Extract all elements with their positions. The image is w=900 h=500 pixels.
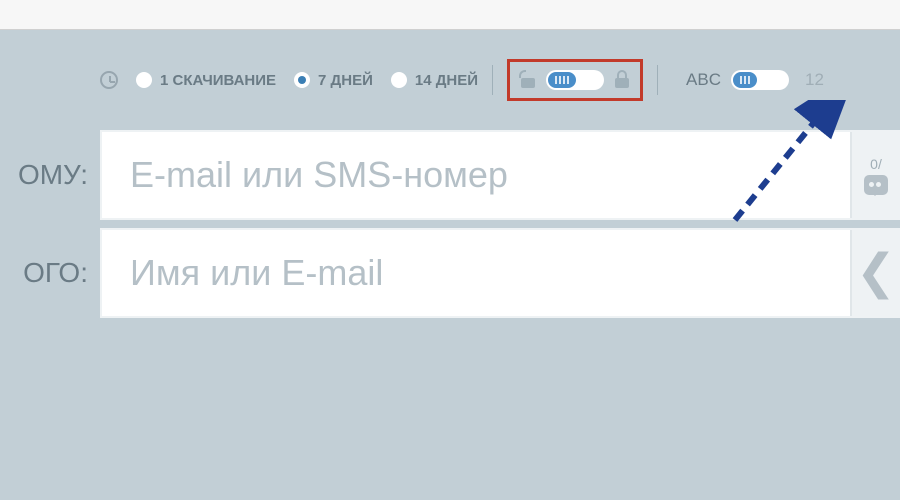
password-length-group: ABC 12 xyxy=(686,70,824,90)
options-toolbar: 1 СКАЧИВАНИЕ 7 ДНЕЙ 14 ДНЕЙ ABC xyxy=(0,30,900,130)
sender-row: ОГО: Имя или E-mail ❮ xyxy=(0,228,900,318)
chat-bubble-icon xyxy=(864,175,888,195)
recipient-label: ОМУ: xyxy=(0,130,100,220)
sms-count-badge[interactable]: 0/ xyxy=(850,132,900,218)
radio-label: 1 СКАЧИВАНИЕ xyxy=(160,72,276,89)
expiry-radio-group: 1 СКАЧИВАНИЕ 7 ДНЕЙ 14 ДНЕЙ xyxy=(136,72,478,89)
radio-dot xyxy=(136,72,152,88)
encryption-slider[interactable] xyxy=(546,70,604,90)
window-chrome-gap xyxy=(0,0,900,30)
lock-icon xyxy=(614,72,630,88)
abc-label: ABC xyxy=(686,70,721,90)
radio-dot xyxy=(391,72,407,88)
radio-label: 14 ДНЕЙ xyxy=(415,72,478,89)
encryption-highlight xyxy=(507,59,643,101)
reply-arrow-icon: ❮ xyxy=(856,249,896,297)
sender-label: ОГО: xyxy=(0,228,100,318)
separator xyxy=(657,65,658,95)
unlock-icon xyxy=(520,72,536,88)
separator xyxy=(492,65,493,95)
reply-badge[interactable]: ❮ xyxy=(850,230,900,316)
sender-input[interactable]: Имя или E-mail xyxy=(100,230,850,316)
radio-label: 7 ДНЕЙ xyxy=(318,72,373,89)
clock-icon xyxy=(100,71,118,89)
sms-count-text: 0/ xyxy=(870,156,882,172)
password-length-value: 12 xyxy=(805,70,824,90)
radio-1-download[interactable]: 1 СКАЧИВАНИЕ xyxy=(136,72,276,89)
radio-14-days[interactable]: 14 ДНЕЙ xyxy=(391,72,478,89)
radio-dot xyxy=(294,72,310,88)
recipient-input[interactable]: E-mail или SMS-номер xyxy=(100,132,850,218)
recipient-row: ОМУ: E-mail или SMS-номер 0/ xyxy=(0,130,900,220)
radio-7-days[interactable]: 7 ДНЕЙ xyxy=(294,72,373,89)
password-length-slider[interactable] xyxy=(731,70,789,90)
